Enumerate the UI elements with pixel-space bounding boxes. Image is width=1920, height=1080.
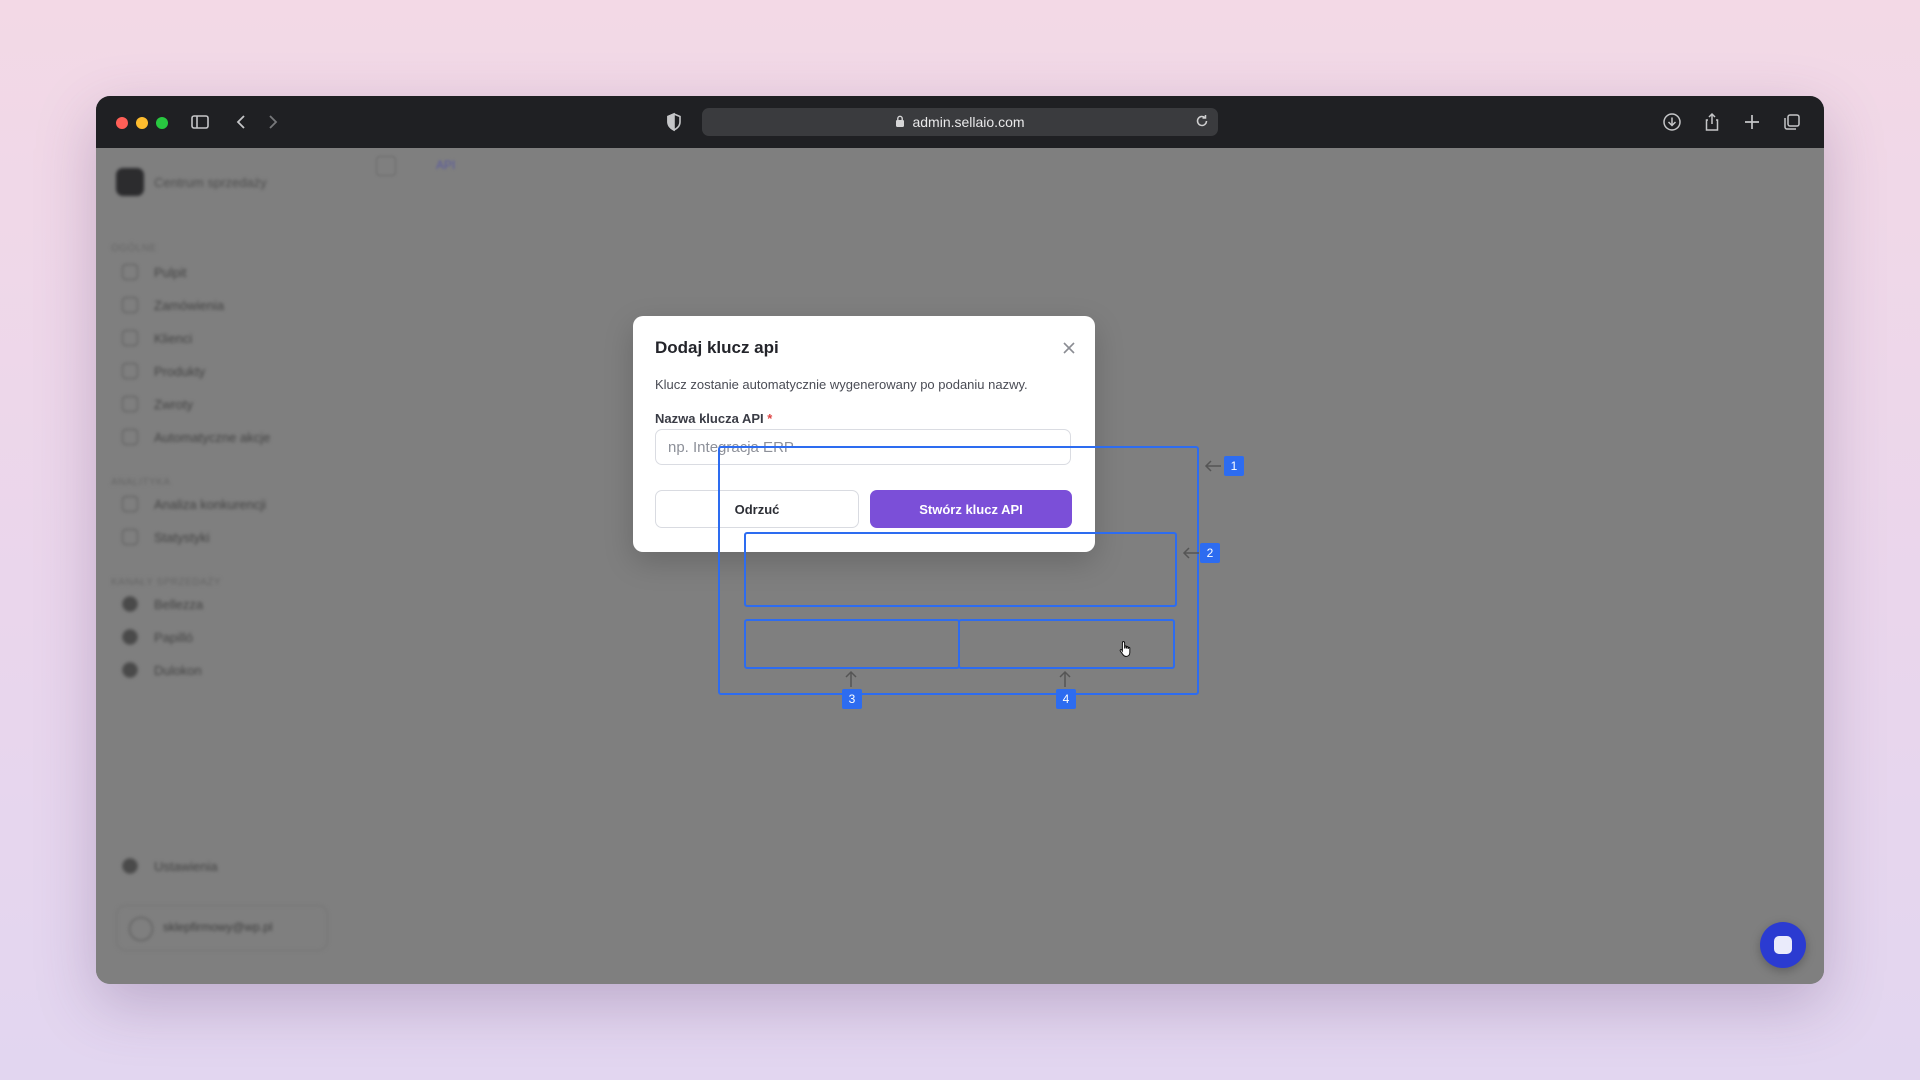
chart-icon bbox=[122, 496, 138, 512]
sidebar-item-label: Bellezza bbox=[154, 596, 204, 612]
sidebar-section-title: ANALITYKA bbox=[111, 477, 171, 488]
sidebar-item-label: Zamówienia bbox=[154, 297, 225, 313]
user-email: sklepfirmowy@wp.pl bbox=[163, 920, 273, 934]
sidebar: Centrum sprzedaży OGÓLNE Pulpit Zamówien… bbox=[96, 148, 356, 984]
annotation-arrow-icon bbox=[1182, 545, 1200, 566]
close-icon[interactable] bbox=[1059, 338, 1079, 358]
sidebar-item-label: Automatyczne akcje bbox=[154, 429, 271, 445]
sidebar-item-zamowienia[interactable]: Zamówienia bbox=[122, 297, 224, 313]
sidebar-item-label: Zwroty bbox=[154, 396, 193, 412]
user-menu[interactable]: sklepfirmowy@wp.pl bbox=[116, 905, 328, 951]
tab-overview-icon[interactable] bbox=[1780, 110, 1804, 134]
sidebar-item-label: Produkty bbox=[154, 363, 206, 379]
gear-icon bbox=[122, 858, 138, 874]
sidebar-item-produkty[interactable]: Produkty bbox=[122, 363, 205, 379]
annotation-badge: 3 bbox=[842, 689, 862, 709]
page-content: Centrum sprzedaży OGÓLNE Pulpit Zamówien… bbox=[96, 148, 1824, 984]
sidebar-item-papillo[interactable]: Papilló bbox=[122, 629, 193, 645]
sidebar-item-zwroty[interactable]: Zwroty bbox=[122, 396, 193, 412]
sidebar-item-automatyczne-akcje[interactable]: Automatyczne akcje bbox=[122, 429, 270, 445]
channel-icon bbox=[122, 662, 138, 678]
sidebar-item-dulokon[interactable]: Dulokon bbox=[122, 662, 202, 678]
zoom-window-button[interactable] bbox=[156, 117, 168, 129]
sidebar-item-klienci[interactable]: Klienci bbox=[122, 330, 192, 346]
close-window-button[interactable] bbox=[116, 117, 128, 129]
breadcrumb[interactable]: API bbox=[436, 158, 455, 172]
sidebar-item-analiza-konkurencji[interactable]: Analiza konkurencji bbox=[122, 496, 266, 512]
channel-icon bbox=[122, 596, 138, 612]
sidebar-item-label: Ustawienia bbox=[154, 858, 218, 874]
sidebar-section-title: OGÓLNE bbox=[111, 243, 157, 254]
annotation-arrow-icon bbox=[1204, 458, 1222, 479]
back-arrow-icon[interactable] bbox=[230, 110, 254, 134]
returns-icon bbox=[122, 396, 138, 412]
app-name: Centrum sprzedaży bbox=[154, 175, 267, 190]
annotation-badge: 4 bbox=[1056, 689, 1076, 709]
sidebar-item-label: Papilló bbox=[154, 629, 194, 645]
address-bar-url: admin.sellaio.com bbox=[912, 114, 1025, 130]
required-mark: * bbox=[767, 411, 773, 426]
forward-arrow-icon[interactable] bbox=[260, 110, 284, 134]
reload-icon[interactable] bbox=[1194, 113, 1210, 132]
sidebar-item-label: Pulpit bbox=[154, 264, 187, 280]
share-icon[interactable] bbox=[1700, 110, 1724, 134]
product-icon bbox=[122, 363, 138, 379]
chat-button[interactable] bbox=[1760, 922, 1806, 968]
lock-icon bbox=[895, 114, 905, 130]
cancel-button[interactable]: Odrzuć bbox=[655, 490, 859, 528]
sidebar-item-label: Klienci bbox=[154, 330, 193, 346]
sidebar-item-ustawienia[interactable]: Ustawienia bbox=[122, 858, 218, 874]
app-logo-icon bbox=[116, 168, 144, 196]
sidebar-item-pulpit[interactable]: Pulpit bbox=[122, 264, 187, 280]
downloads-icon[interactable] bbox=[1660, 110, 1684, 134]
privacy-shield-icon[interactable] bbox=[662, 110, 686, 134]
sidebar-item-bellezza[interactable]: Bellezza bbox=[122, 596, 203, 612]
dialog-title: Dodaj klucz api bbox=[655, 338, 779, 357]
orders-icon bbox=[122, 297, 138, 313]
sidebar-item-label: Statystyki bbox=[154, 529, 210, 545]
chat-icon bbox=[1774, 936, 1792, 954]
api-key-name-input[interactable] bbox=[655, 429, 1071, 465]
create-api-key-button[interactable]: Stwórz klucz API bbox=[870, 490, 1072, 528]
sidebar-section-title: KANAŁY SPRZEDAŻY bbox=[111, 577, 222, 588]
automation-icon bbox=[122, 429, 138, 445]
channel-icon bbox=[122, 629, 138, 645]
add-api-key-dialog: Dodaj klucz api Klucz zostanie automatyc… bbox=[633, 316, 1095, 552]
sidebar-item-label: Dulokon bbox=[154, 662, 202, 678]
user-icon bbox=[122, 330, 138, 346]
sidebar-item-label: Analiza konkurencji bbox=[154, 496, 267, 512]
dashboard-icon bbox=[122, 264, 138, 280]
annotation-badge: 1 bbox=[1224, 456, 1244, 476]
dialog-description: Klucz zostanie automatycznie wygenerowan… bbox=[655, 377, 1028, 392]
hand-cursor-icon bbox=[1118, 640, 1134, 663]
api-key-name-label: Nazwa klucza API * bbox=[655, 411, 772, 426]
annotation-badge: 2 bbox=[1200, 543, 1220, 563]
address-bar[interactable]: admin.sellaio.com bbox=[702, 108, 1218, 136]
field-label-text: Nazwa klucza API bbox=[655, 411, 764, 426]
minimize-window-button[interactable] bbox=[136, 117, 148, 129]
home-icon[interactable] bbox=[376, 156, 396, 176]
avatar bbox=[129, 917, 153, 941]
sidebar-toggle-icon[interactable] bbox=[188, 110, 212, 134]
browser-toolbar: admin.sellaio.com bbox=[96, 96, 1824, 148]
new-tab-icon[interactable] bbox=[1740, 110, 1764, 134]
sidebar-item-statystyki[interactable]: Statystyki bbox=[122, 529, 210, 545]
trend-icon bbox=[122, 529, 138, 545]
